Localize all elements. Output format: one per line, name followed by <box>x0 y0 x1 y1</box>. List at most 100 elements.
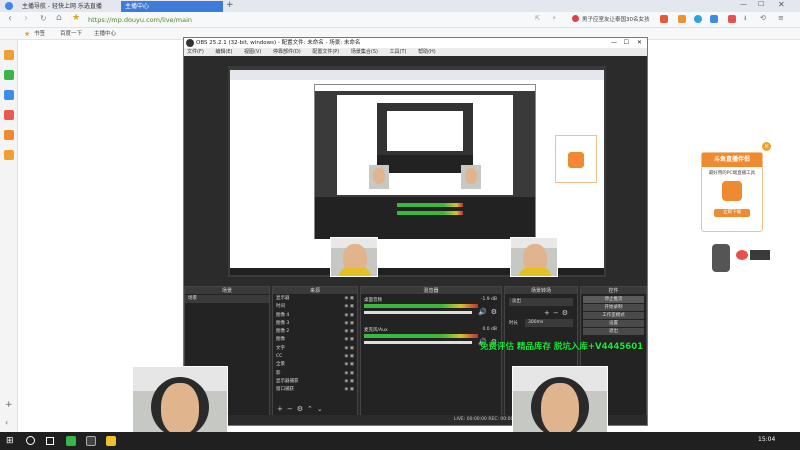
visibility-lock-icon[interactable]: ◉ ▣ <box>344 386 354 394</box>
visibility-lock-icon[interactable]: ◉ ▣ <box>344 295 354 303</box>
news-ticker[interactable]: 男子应室友让泰国30名女孩 <box>582 15 650 23</box>
transition-toolbar[interactable]: +−⚙ <box>511 309 571 317</box>
source-item[interactable]: 图像 ◉ ▣ <box>273 336 357 344</box>
obs-menu-item[interactable]: 文件(F) <box>187 49 204 55</box>
promo-overlay-text: 免费评估 精品库存 脱坑入库+V4445601 <box>480 342 644 352</box>
transition-select[interactable]: 淡出 <box>509 298 573 306</box>
promo-close-icon[interactable]: × <box>762 142 771 151</box>
visibility-lock-icon[interactable]: ◉ ▣ <box>344 320 354 328</box>
home-icon[interactable]: ⌂ <box>56 13 62 23</box>
bookmark-item[interactable]: 主播中心 <box>94 30 116 38</box>
sidebar-app-icon[interactable] <box>4 130 14 140</box>
visibility-lock-icon[interactable]: ◉ ▣ <box>344 353 354 361</box>
sidebar-add-icon[interactable]: + <box>5 400 13 410</box>
minimize-icon[interactable]: — <box>740 0 747 8</box>
scene-item[interactable]: 场景 <box>185 295 269 304</box>
source-item[interactable]: 显示器捕获 ◉ ▣ <box>273 378 357 386</box>
ext-icon-1[interactable] <box>660 15 668 23</box>
visibility-lock-icon[interactable]: ◉ ▣ <box>344 328 354 336</box>
download-button[interactable]: 立即下载 <box>714 209 750 217</box>
nested-obs-title <box>315 85 535 91</box>
close-icon[interactable]: ✕ <box>778 0 785 9</box>
duration-input[interactable]: 300ms <box>525 319 573 327</box>
obs-menu-item[interactable]: 配置文件(P) <box>312 49 339 55</box>
windows-taskbar: ⊞ 15:04 <box>0 432 800 450</box>
visibility-lock-icon[interactable]: ◉ ▣ <box>344 378 354 386</box>
exit-button[interactable]: 退出 <box>583 328 644 335</box>
chrome-taskbar-icon[interactable] <box>66 436 76 446</box>
source-item[interactable]: 图像 3 ◉ ▣ <box>273 320 357 328</box>
bookmark-item[interactable]: 书签 <box>34 30 45 38</box>
studio-mode-button[interactable]: 工作室模式 <box>583 312 644 319</box>
ext-icon-5[interactable] <box>728 15 736 23</box>
start-recording-button[interactable]: 开始录制 <box>583 304 644 311</box>
source-item[interactable]: 图像 2 ◉ ▣ <box>273 328 357 336</box>
refresh-icon[interactable]: ↻ <box>40 14 47 23</box>
task-view-icon[interactable] <box>46 437 54 445</box>
visibility-lock-icon[interactable]: ◉ ▣ <box>344 370 354 378</box>
back-icon[interactable]: ‹ <box>8 13 12 24</box>
source-item[interactable]: 全景 ◉ ▣ <box>273 361 357 369</box>
source-item[interactable]: 文字 ◉ ▣ <box>273 345 357 353</box>
download-icon[interactable]: ⭳ <box>744 14 746 25</box>
settings-button[interactable]: 设置 <box>583 320 644 327</box>
folder-taskbar-icon[interactable] <box>106 436 116 446</box>
cortana-icon[interactable] <box>26 436 35 445</box>
visibility-lock-icon[interactable]: ◉ ▣ <box>344 312 354 320</box>
visibility-lock-icon[interactable]: ◉ ▣ <box>344 303 354 311</box>
obs-menu-item[interactable]: 停靠部件(D) <box>273 49 301 55</box>
menu-icon[interactable]: ≡ <box>778 14 784 22</box>
source-toolbar[interactable]: +−⚙⌃⌄ <box>277 405 327 413</box>
duration-label: 时长 <box>509 321 518 326</box>
obs-menu-item[interactable]: 编辑(E) <box>215 49 232 55</box>
history-icon[interactable]: ⟲ <box>760 14 766 22</box>
sidebar-collapse-icon[interactable]: ‹ <box>5 418 8 427</box>
avatar <box>712 244 730 272</box>
promo-card[interactable]: 斗鱼直播伴侣 最好用的PC端直播工具 立即下载 <box>701 152 763 232</box>
new-tab-icon[interactable]: + <box>226 0 234 10</box>
share-icon[interactable]: ⇱ <box>535 15 540 22</box>
tab-anchor-center[interactable]: 主播中心 <box>121 1 223 12</box>
favorite-star-icon[interactable]: ★ <box>72 13 80 23</box>
obs-maximize-icon[interactable]: ☐ <box>624 38 629 48</box>
windows-start-icon[interactable]: ⊞ <box>6 436 14 446</box>
source-item[interactable]: 图像 4 ◉ ▣ <box>273 312 357 320</box>
forward-icon[interactable]: › <box>24 13 28 24</box>
source-item[interactable]: 窗口捕获 ◉ ▣ <box>273 386 357 394</box>
ext-icon-4[interactable] <box>710 15 718 23</box>
visibility-lock-icon[interactable]: ◉ ▣ <box>344 345 354 353</box>
bookmark-item[interactable]: 百度一下 <box>60 30 82 38</box>
source-item[interactable]: 影 ◉ ▣ <box>273 370 357 378</box>
sidebar-app-icon[interactable] <box>4 90 14 100</box>
sidebar-app-icon[interactable] <box>4 150 14 160</box>
obs-taskbar-icon[interactable] <box>86 436 96 446</box>
speaker-icon[interactable]: 🔊 <box>478 308 487 316</box>
source-item[interactable]: 时间 ◉ ▣ <box>273 303 357 311</box>
url-input[interactable]: https://mp.douyu.com/live/main <box>88 14 248 26</box>
tab-nav[interactable]: 主播导航 - 轻快上网 乐选直播 <box>18 1 118 12</box>
obs-preview[interactable] <box>228 66 606 277</box>
source-item[interactable]: 显示器 ◉ ▣ <box>273 295 357 303</box>
gear-icon[interactable]: ⚙ <box>491 308 497 316</box>
stop-streaming-button[interactable]: 停止推流 <box>583 296 644 303</box>
channel-name: 桌面音频 <box>364 298 382 303</box>
sidebar-app-icon[interactable] <box>4 110 14 120</box>
lightning-icon[interactable]: ⚡ <box>552 15 556 22</box>
sidebar-app-icon[interactable] <box>4 50 14 60</box>
volume-slider[interactable] <box>364 311 472 314</box>
obs-menu-item[interactable]: 场景集合(S) <box>351 49 378 55</box>
obs-minimize-icon[interactable]: — <box>611 38 617 48</box>
ext-icon-2[interactable] <box>678 15 686 23</box>
visibility-lock-icon[interactable]: ◉ ▣ <box>344 361 354 369</box>
sidebar-app-icon[interactable] <box>4 70 14 80</box>
source-item[interactable]: CC ◉ ▣ <box>273 353 357 361</box>
obs-menu-item[interactable]: 工具(T) <box>390 49 407 55</box>
nested-docks <box>315 197 535 239</box>
ext-icon-3[interactable] <box>694 15 702 23</box>
obs-menu-item[interactable]: 视图(V) <box>244 49 261 55</box>
volume-slider[interactable] <box>364 341 472 344</box>
maximize-icon[interactable]: ☐ <box>758 0 764 8</box>
obs-menu-item[interactable]: 帮助(H) <box>418 49 436 55</box>
visibility-lock-icon[interactable]: ◉ ▣ <box>344 336 354 344</box>
obs-close-icon[interactable]: ✕ <box>637 38 642 48</box>
